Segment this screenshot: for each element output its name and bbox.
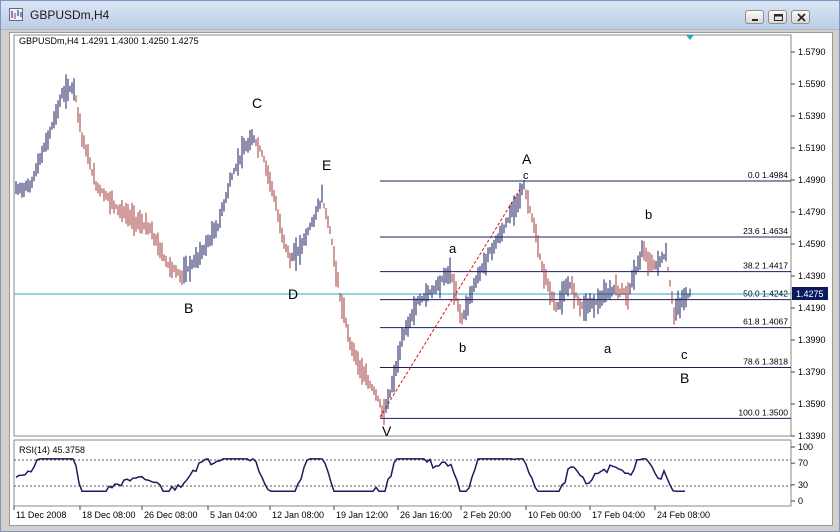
- price-chart[interactable]: 0.0 1.498423.6 1.463438.2 1.441750.0 1.4…: [10, 33, 832, 525]
- chart-shift-marker[interactable]: [686, 35, 694, 40]
- chart-window: GBPUSDm,H4 0.0 1.4984 23.6 1.4634 38.2 1.4…: [0, 0, 840, 532]
- rsi-tick-label: 0: [798, 496, 803, 506]
- wave-label: E: [322, 157, 331, 173]
- wave-label: b: [459, 340, 466, 355]
- restore-icon: [774, 14, 783, 21]
- time-tick-label: 12 Jan 08:00: [272, 510, 324, 520]
- price-tick-label: 1.5790: [798, 47, 826, 57]
- fib-level-label: 23.6 1.4634: [743, 226, 788, 236]
- rsi-axis: 100 70 30 0: [791, 442, 813, 506]
- fib-level-label: 61.8 1.4067: [743, 317, 788, 327]
- price-bars: [15, 74, 691, 425]
- wave-label: b: [645, 207, 652, 222]
- minimize-button[interactable]: [745, 10, 764, 24]
- time-tick-label: 2 Feb 20:00: [463, 510, 511, 520]
- wave-label: a: [449, 241, 457, 256]
- price-axis: 1.5790 1.5590 1.5390 1.5190 1.4990 1.4790 1.45…: [791, 47, 826, 441]
- wave-label: A: [522, 151, 532, 167]
- time-tick-label: 19 Jan 12:00: [336, 510, 388, 520]
- wave-label: c: [523, 170, 529, 182]
- chart-area[interactable]: 0.0 1.4984 23.6 1.4634 38.2 1.4417 50.0 1.4…: [9, 32, 833, 526]
- price-tick-label: 1.5590: [798, 79, 826, 89]
- fib-level-label: 38.2 1.4417: [743, 261, 788, 271]
- time-tick-label: 5 Jan 04:00: [210, 510, 257, 520]
- rsi-tick-label: 70: [798, 458, 808, 468]
- price-tick-label: 1.3590: [798, 399, 826, 409]
- wave-label: B: [680, 370, 689, 386]
- rsi-tick-label: 100: [798, 442, 813, 452]
- wave-label: B: [184, 300, 193, 316]
- price-tick-label: 1.5190: [798, 143, 826, 153]
- rsi-tick-label: 30: [798, 480, 808, 490]
- price-tick-label: 1.3390: [798, 431, 826, 441]
- price-tick-label: 1.4590: [798, 239, 826, 249]
- time-tick-label: 17 Feb 04:00: [592, 510, 645, 520]
- wave-label: a: [604, 341, 612, 356]
- price-tick-label: 1.4190: [798, 303, 826, 313]
- fib-level-label: 78.6 1.3818: [743, 357, 788, 367]
- price-tick-label: 1.3790: [798, 367, 826, 377]
- current-price-label: 1.4275: [796, 289, 824, 299]
- price-tick-label: 1.4990: [798, 175, 826, 185]
- price-tick-label: 1.4790: [798, 207, 826, 217]
- trendline[interactable]: [379, 185, 523, 418]
- close-button[interactable]: [791, 10, 810, 24]
- price-tick-label: 1.3990: [798, 335, 826, 345]
- rsi-plot-border: [13, 439, 792, 507]
- main-plot-border: [13, 34, 792, 437]
- wave-label: V: [382, 423, 392, 439]
- time-tick-label: 10 Feb 00:00: [528, 510, 581, 520]
- title-bar[interactable]: GBPUSDm,H4: [1, 1, 839, 30]
- time-tick-label: 18 Dec 08:00: [82, 510, 136, 520]
- time-tick-label: 11 Dec 2008: [16, 510, 66, 520]
- chart-header: GBPUSDm,H4 1.4291 1.4300 1.4250 1.4275: [19, 36, 199, 46]
- close-icon: [797, 13, 806, 22]
- wave-label: c: [681, 347, 688, 362]
- fib-level-label: 0.0 1.4984: [748, 170, 788, 180]
- minimize-icon: [752, 19, 758, 21]
- price-tick-label: 1.4390: [798, 271, 826, 281]
- chart-window-icon: [9, 8, 23, 21]
- restore-button[interactable]: [768, 10, 787, 24]
- window-title: GBPUSDm,H4: [30, 8, 110, 22]
- wave-label: D: [288, 286, 298, 302]
- time-tick-label: 26 Jan 16:00: [400, 510, 452, 520]
- wave-label: C: [252, 95, 262, 111]
- rsi-label: RSI(14) 45.3758: [19, 445, 85, 455]
- fib-level-label: 100.0 1.3500: [738, 407, 788, 417]
- time-tick-label: 24 Feb 08:00: [657, 510, 710, 520]
- time-tick-label: 26 Dec 08:00: [144, 510, 198, 520]
- price-tick-label: 1.5390: [798, 111, 826, 121]
- time-axis: 11 Dec 2008 18 Dec 08:00 26 Dec 08:00 5 Jan…: [13, 506, 710, 520]
